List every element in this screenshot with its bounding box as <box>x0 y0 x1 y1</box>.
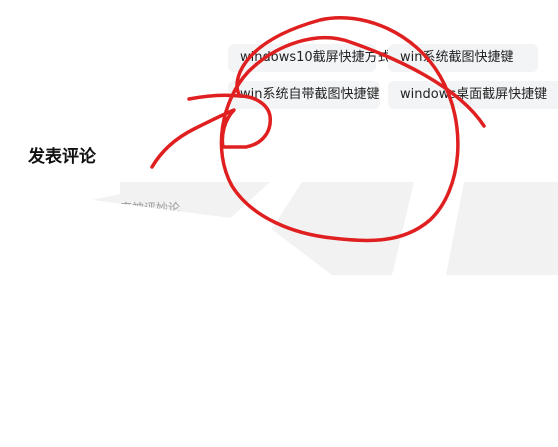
page: windows10截屏快捷方式 win系统截图快捷键 win系统自带截图快捷键 … <box>0 0 558 447</box>
tag-win-builtin-screenshot-hotkey[interactable]: win系统自带截图快捷键 <box>228 81 380 109</box>
comment-input[interactable]: 来神评妙论 <box>92 182 558 275</box>
comment-overlay-shape <box>92 182 464 275</box>
tag-windows10-screenshot-shortcut[interactable]: windows10截屏快捷方式 <box>228 44 391 72</box>
comment-section-title: 发表评论 <box>28 147 96 167</box>
tag-win-screenshot-hotkey[interactable]: win系统截图快捷键 <box>388 44 538 72</box>
tag-windows-desktop-screenshot-hotkey[interactable]: windows桌面截屏快捷键 <box>388 81 558 109</box>
